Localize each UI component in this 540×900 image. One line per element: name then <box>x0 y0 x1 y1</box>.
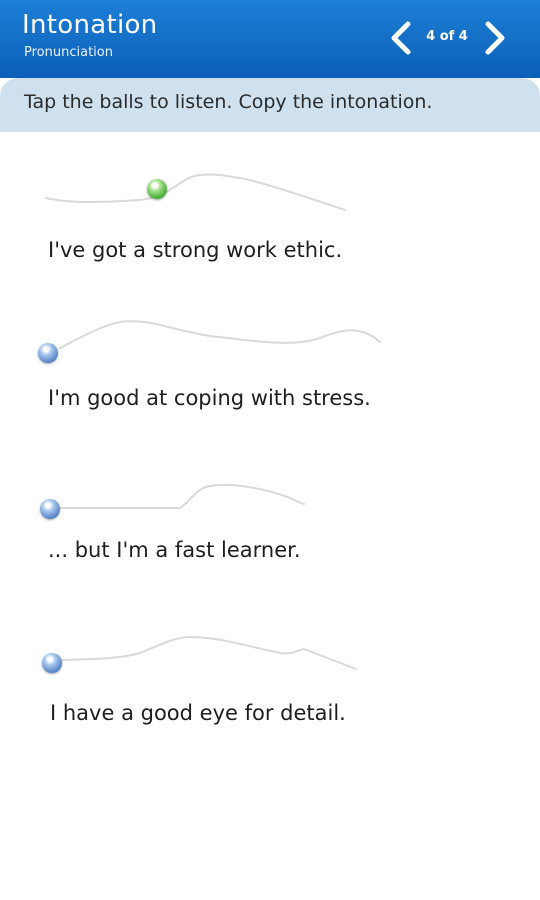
play-ball-button[interactable] <box>147 179 167 199</box>
play-ball-button[interactable] <box>42 653 62 673</box>
instruction-text: Tap the balls to listen. Copy the intona… <box>24 91 433 113</box>
app-header: Intonation Pronunciation 4 of 4 <box>0 0 540 78</box>
phrase-text: I've got a strong work ethic. <box>48 238 343 262</box>
play-ball-button[interactable] <box>38 343 58 363</box>
phrase-text: ... but I'm a fast learner. <box>48 538 301 562</box>
phrase-item: I've got a strong work ethic. <box>0 160 540 280</box>
page-subtitle: Pronunciation <box>24 45 113 60</box>
phrase-item: ... but I'm a fast learner. <box>0 470 540 590</box>
phrase-text: I have a good eye for detail. <box>50 701 346 725</box>
intonation-contour <box>59 320 381 349</box>
play-ball-button[interactable] <box>40 499 60 519</box>
chevron-left-icon[interactable] <box>386 18 414 58</box>
intonation-contour <box>45 173 346 211</box>
intonation-contour <box>59 483 305 509</box>
phrase-text: I'm good at coping with stress. <box>48 386 371 410</box>
instruction-bar: Tap the balls to listen. Copy the intona… <box>0 78 540 132</box>
phrase-item: I have a good eye for detail. <box>0 625 540 745</box>
page-title: Intonation <box>22 10 158 40</box>
intonation-contour <box>61 635 357 670</box>
phrase-item: I'm good at coping with stress. <box>0 310 540 430</box>
page-counter: 4 of 4 <box>426 29 468 44</box>
chevron-right-icon[interactable] <box>482 18 510 58</box>
